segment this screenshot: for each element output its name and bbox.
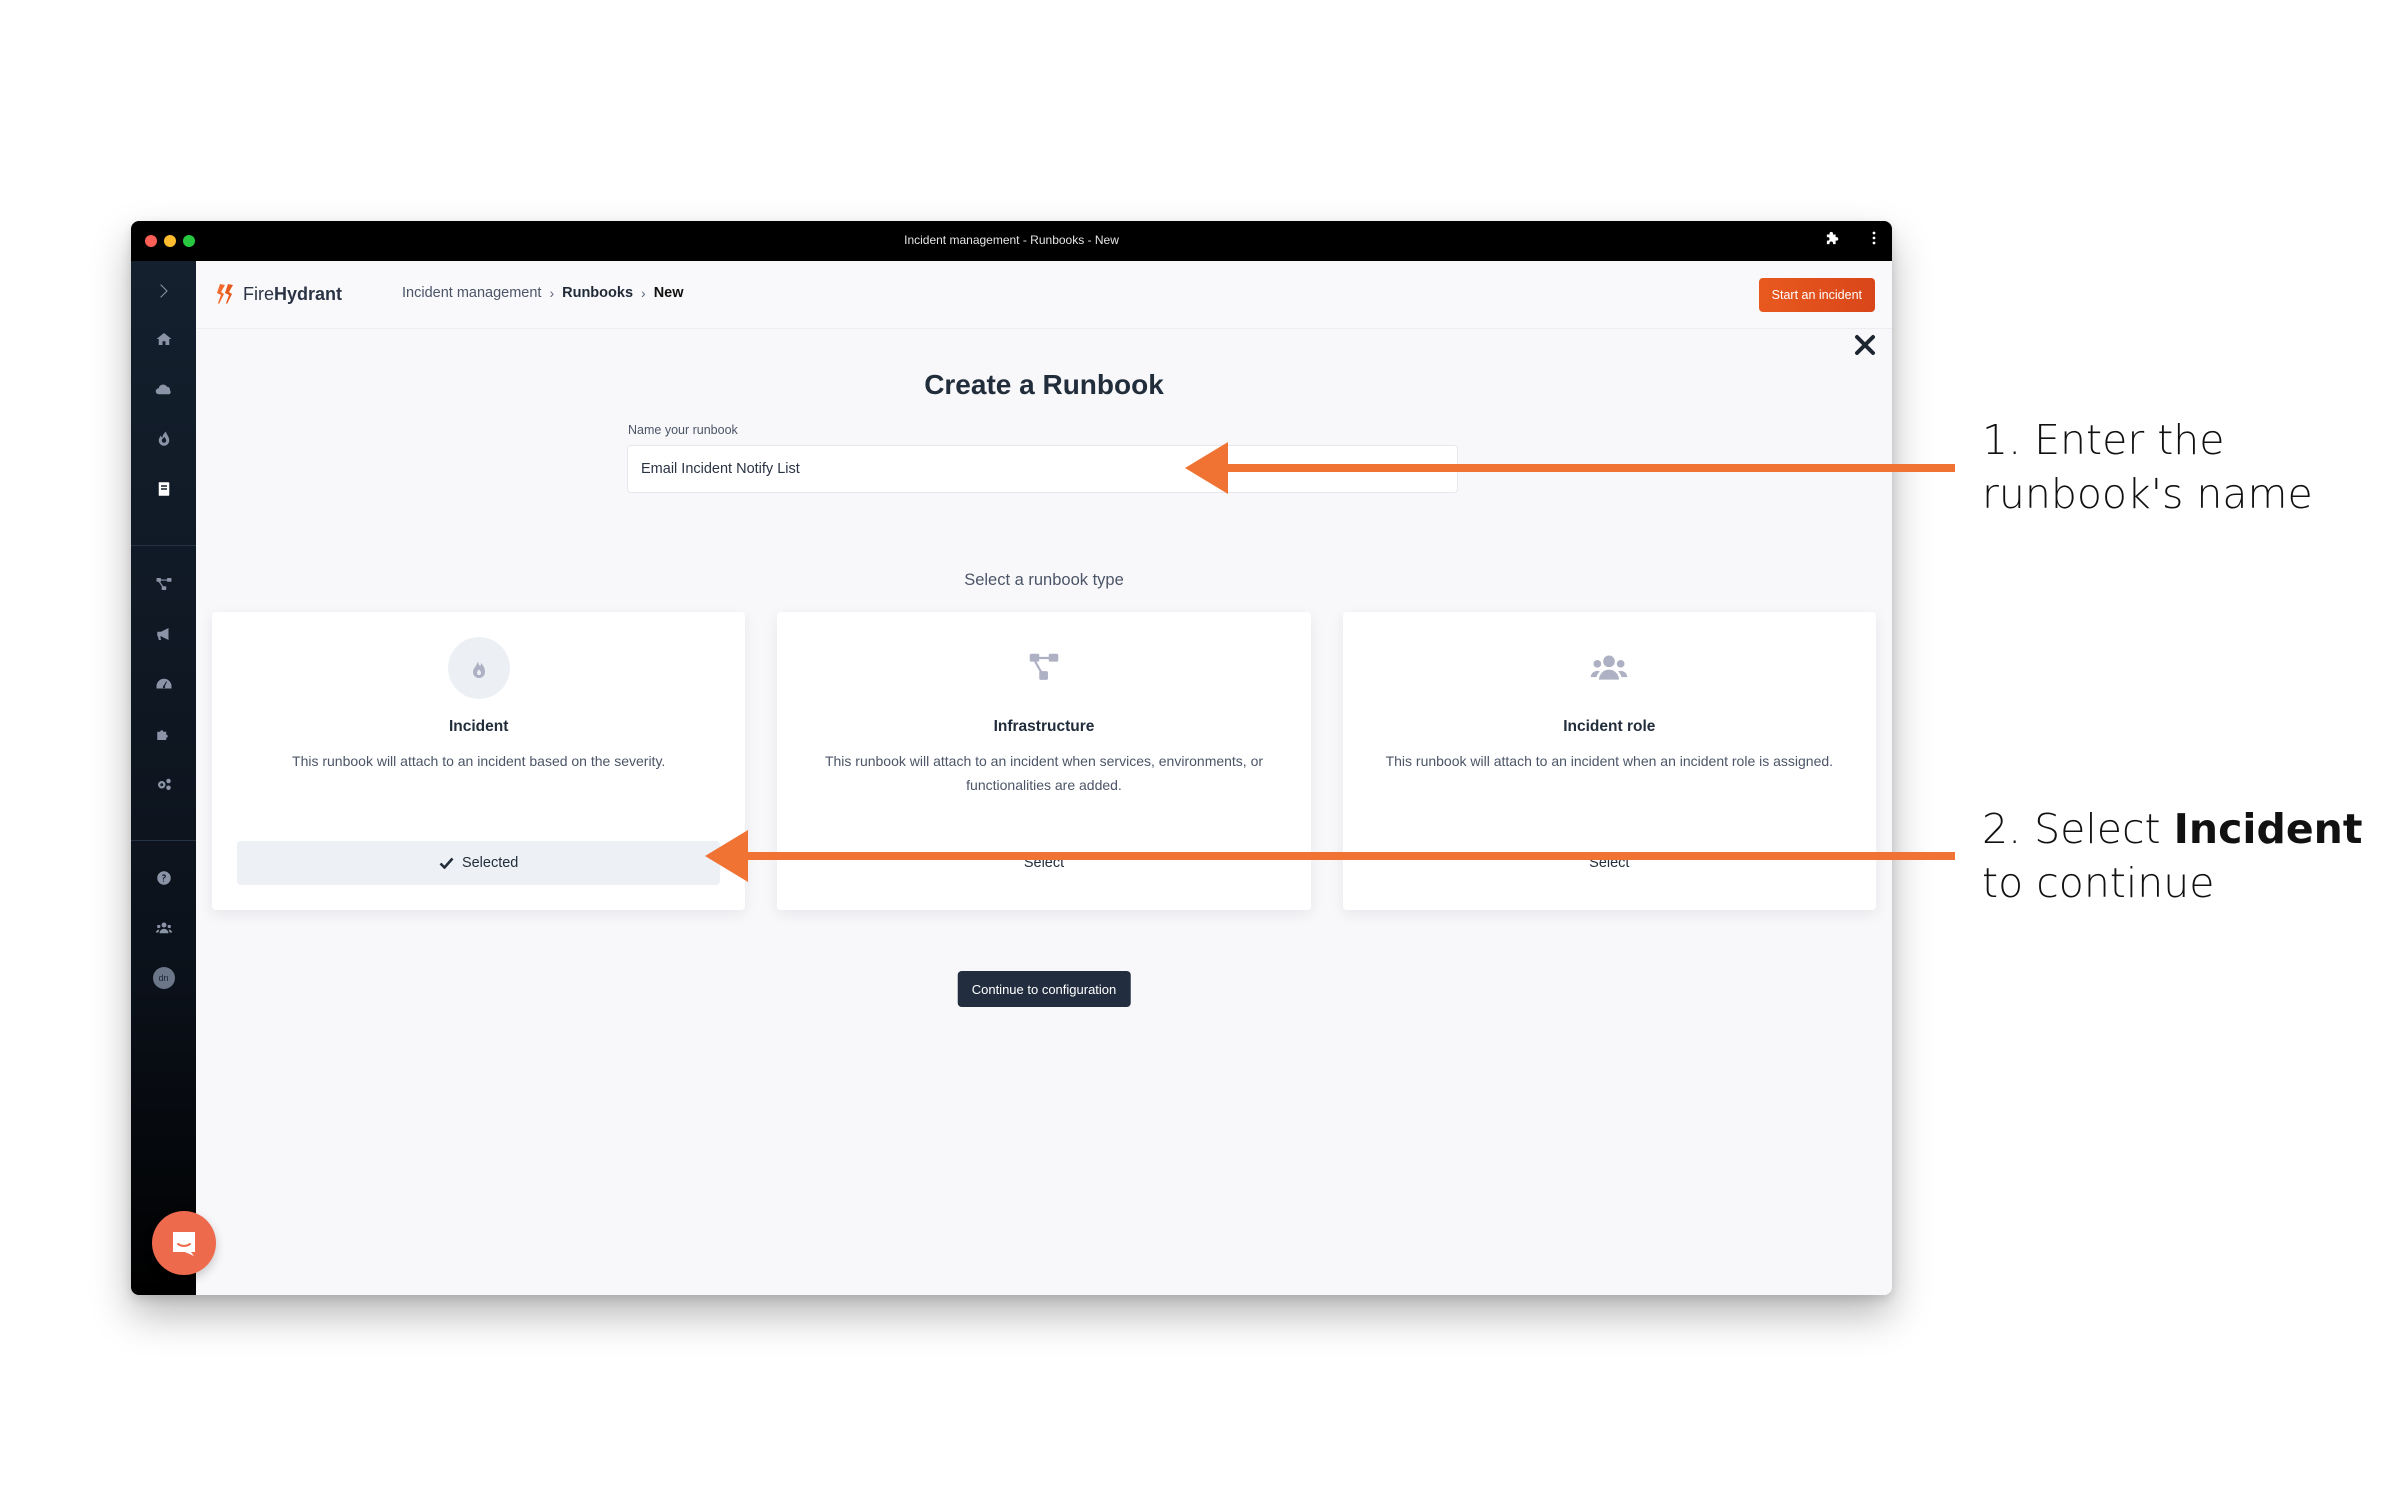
annotation-step-1: 1. Enter the runbook's name (1982, 413, 2313, 521)
firehydrant-logo-icon (217, 284, 233, 304)
cogs-icon (157, 778, 171, 790)
sidebar-item-help[interactable] (131, 863, 196, 893)
breadcrumb-current: New (653, 285, 684, 301)
sidebar-item-home[interactable] (131, 324, 196, 354)
annotation-line: runbook's name (1982, 470, 2313, 518)
button-label: Selected (461, 855, 519, 871)
book-icon (158, 482, 169, 496)
sidebar-item-incidents[interactable] (131, 424, 196, 454)
page-title: Create a Runbook (924, 369, 1164, 400)
annotation-line: 1. Enter the (1982, 416, 2225, 464)
sidebar-item-teams[interactable] (131, 913, 196, 943)
sitemap-icon (1029, 653, 1059, 680)
breadcrumb-runbooks[interactable]: Runbooks (562, 285, 633, 301)
logo-text: FireHydrant (243, 283, 343, 304)
browser-window: Incident management - Runbooks - New dn … (131, 221, 1892, 1295)
sidebar-item-status-pages[interactable] (131, 619, 196, 649)
puzzle-icon (156, 730, 168, 740)
card-icon-wrapper (447, 637, 510, 699)
card-description: This runbook will attach to an incident … (1385, 753, 1834, 769)
runbook-name-label: Name your runbook (628, 423, 738, 437)
fire-icon (472, 661, 485, 678)
fire-icon (158, 431, 169, 446)
sidebar: dn (131, 261, 196, 1295)
card-title: Incident (448, 718, 509, 735)
firehydrant-logo[interactable]: FireHydrant (213, 282, 342, 306)
card-description: This runbook will attach to an incident … (824, 753, 1264, 793)
breadcrumb: Incident management › Runbooks › New (402, 285, 684, 301)
annotation-step-2: 2. Select Incident to continue (1982, 802, 2362, 910)
sidebar-item-infrastructure[interactable] (131, 569, 196, 599)
gauge-icon (156, 678, 171, 689)
runbook-type-label: Select a runbook type (964, 571, 1124, 589)
card-icon-wrapper (1013, 637, 1075, 699)
sidebar-expand-button[interactable] (131, 276, 196, 306)
annotation-arrow-2 (705, 830, 1955, 882)
users-icon (1590, 655, 1628, 680)
chat-support-button[interactable] (152, 1211, 216, 1275)
sidebar-divider (131, 840, 196, 841)
breadcrumb-incident-management[interactable]: Incident management (402, 285, 541, 301)
card-description: This runbook will attach to an incident … (292, 753, 666, 769)
close-icon[interactable] (1852, 332, 1878, 358)
top-header: FireHydrant Incident management › Runboo… (196, 261, 1892, 329)
sidebar-item-integrations[interactable] (131, 719, 196, 749)
annotation-line: to continue (1982, 859, 2215, 907)
sidebar-item-runbooks[interactable] (131, 474, 196, 504)
chat-icon (173, 1232, 195, 1256)
annotation-line: 2. Select Incident (1982, 805, 2363, 853)
sidebar-item-service-catalog[interactable] (131, 374, 196, 404)
continue-to-configuration-button[interactable]: Continue to configuration (957, 971, 1131, 1007)
home-icon (156, 333, 171, 345)
more-vertical-icon[interactable] (1872, 231, 1876, 249)
window-title: Incident management - Runbooks - New (904, 233, 1119, 247)
check-icon (439, 857, 454, 869)
sidebar-item-settings[interactable] (131, 769, 196, 799)
main-content: FireHydrant Incident management › Runboo… (196, 261, 1892, 1295)
sidebar-user-avatar[interactable]: dn (131, 963, 196, 993)
card-title: Infrastructure (993, 718, 1095, 735)
sitemap-icon (156, 578, 171, 590)
extensions-puzzle-icon[interactable] (1826, 231, 1840, 249)
card-title: Incident role (1563, 718, 1656, 735)
start-incident-button[interactable]: Start an incident (1758, 278, 1875, 312)
annotation-arrow-1 (1185, 442, 1955, 494)
sidebar-divider (131, 545, 196, 546)
chevron-right-icon (159, 284, 168, 298)
question-icon (156, 871, 171, 885)
chevron-right-icon: › (641, 285, 646, 301)
users-icon (155, 922, 172, 934)
megaphone-icon (156, 628, 168, 640)
incident-selected-button[interactable]: Selected (237, 841, 721, 885)
sidebar-item-analytics[interactable] (131, 669, 196, 699)
runbook-type-card-incident[interactable]: Incident This runbook will attach to an … (212, 612, 746, 910)
avatar: dn (152, 967, 175, 989)
title-bar: Incident management - Runbooks - New (131, 221, 1892, 261)
card-icon-wrapper (1578, 637, 1640, 699)
cloud-icon (155, 384, 171, 395)
chevron-right-icon: › (549, 285, 555, 301)
